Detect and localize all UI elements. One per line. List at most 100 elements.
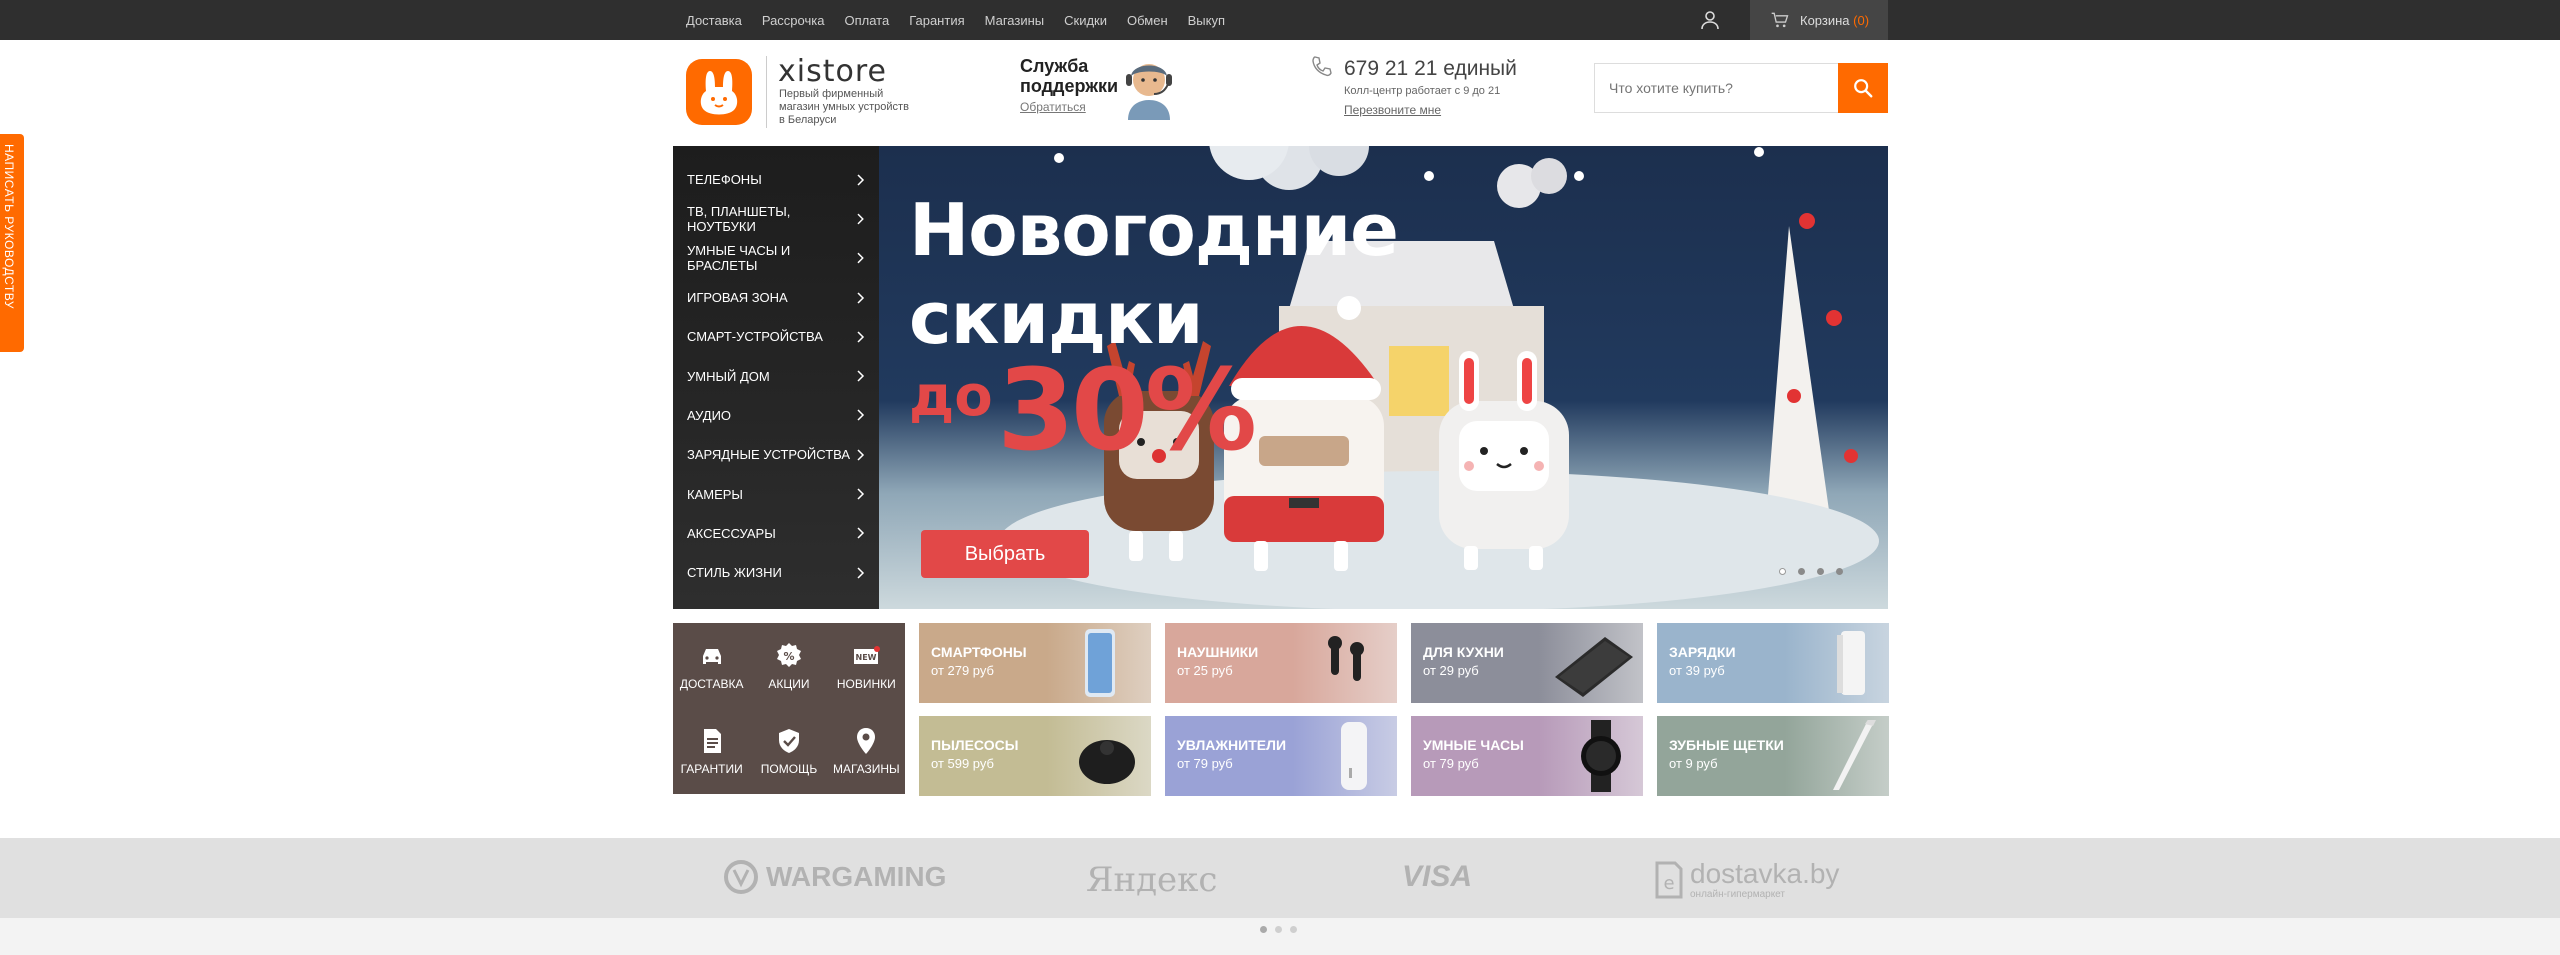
feedback-side-tab-label: НАПИСАТЬ РУКОВОДСТВУ (2, 144, 16, 309)
partners-footer-band (0, 918, 2560, 955)
nav-link-buyback[interactable]: Выкуп (1188, 13, 1225, 28)
logo-icon[interactable] (686, 59, 752, 125)
chevron-right-icon (857, 409, 865, 421)
category-label: УМНЫЕ ЧАСЫ И БРАСЛЕТЫ (687, 243, 791, 274)
category-item-audio[interactable]: АУДИО (673, 396, 879, 435)
nav-link-payment[interactable]: Оплата (844, 13, 889, 28)
partner-visa[interactable]: VISA (1402, 860, 1472, 894)
banner-dot[interactable] (1779, 568, 1786, 575)
logo-divider (766, 56, 767, 128)
category-menu: ТЕЛЕФОНЫ ТВ, ПЛАНШЕТЫ, НОУТБУКИ УМНЫЕ ЧА… (673, 146, 879, 609)
category-item-gaming[interactable]: ИГРОВАЯ ЗОНА (673, 278, 879, 317)
tile-toothbrushes[interactable]: ЗУБНЫЕ ЩЕТКИ от 9 руб (1657, 716, 1889, 796)
nav-link-warranty[interactable]: Гарантия (909, 13, 964, 28)
category-label: СМАРТ-УСТРОЙСТВА (687, 329, 823, 345)
tile-title: НАУШНИКИ (1177, 644, 1259, 660)
tile-title: СМАРТФОНЫ (931, 644, 1027, 660)
power-bank-icon (1837, 631, 1865, 695)
humidifier-icon (1341, 722, 1367, 790)
banner-dot[interactable] (1798, 568, 1805, 575)
banner-prefix: до (909, 364, 993, 429)
category-label: КАМЕРЫ (687, 486, 743, 502)
category-item-lifestyle[interactable]: СТИЛЬ ЖИЗНИ (673, 553, 879, 592)
tile-title: УМНЫЕ ЧАСЫ (1423, 737, 1524, 753)
tile-smartwatches[interactable]: УМНЫЕ ЧАСЫ от 79 руб (1411, 716, 1643, 796)
quick-link-stores[interactable]: МАГАЗИНЫ (828, 709, 905, 795)
svg-text:%: % (783, 650, 794, 663)
nav-link-exchange[interactable]: Обмен (1127, 13, 1168, 28)
category-item-smart-devices[interactable]: СМАРТ-УСТРОЙСТВА (673, 317, 879, 356)
phone-hours: Колл-центр работает с 9 до 21 (1344, 85, 1501, 97)
nav-link-installment[interactable]: Рассрочка (762, 13, 825, 28)
phone-icon (1310, 54, 1334, 78)
earbuds-icon (1328, 636, 1364, 681)
partners-dot[interactable] (1275, 926, 1282, 933)
quick-link-label: НОВИНКИ (836, 676, 896, 691)
quick-link-delivery[interactable]: ДОСТАВКА (673, 623, 750, 709)
tile-smartphones[interactable]: СМАРТФОНЫ от 279 руб (919, 623, 1151, 703)
tile-kitchen[interactable]: ДЛЯ КУХНИ от 29 руб (1411, 623, 1643, 703)
partner-dostavka[interactable]: e dostavka.by онлайн-гипермаркет (1654, 860, 1839, 900)
dostavka-logo-icon: e (1655, 861, 1683, 899)
callback-link[interactable]: Перезвоните мне (1344, 103, 1441, 117)
tile-headphones[interactable]: НАУШНИКИ от 25 руб (1165, 623, 1397, 703)
cart-button[interactable]: Корзина (0) (1750, 0, 1888, 40)
category-item-cameras[interactable]: КАМЕРЫ (673, 474, 879, 513)
category-item-chargers[interactable]: ЗАРЯДНЫЕ УСТРОЙСТВА (673, 435, 879, 474)
nav-link-stores[interactable]: Магазины (985, 13, 1045, 28)
quick-link-promos[interactable]: % АКЦИИ (750, 623, 827, 709)
cart-count: (0) (1853, 12, 1870, 28)
logo-text[interactable]: xistore (778, 54, 887, 89)
nav-link-discounts[interactable]: Скидки (1064, 13, 1107, 28)
quick-link-help[interactable]: ПОМОЩЬ (750, 709, 827, 795)
tile-vacuums[interactable]: ПЫЛЕСОСЫ от 599 руб (919, 716, 1151, 796)
partner-wargaming[interactable]: WARGAMING (724, 860, 946, 894)
banner-discount: 30% (997, 346, 1257, 476)
quick-link-label: ДОСТАВКА (679, 676, 744, 691)
search-input[interactable] (1595, 64, 1838, 112)
chevron-right-icon (857, 174, 865, 186)
chevron-right-icon (857, 292, 865, 304)
top-bar: Доставка Рассрочка Оплата Гарантия Магаз… (0, 0, 2560, 40)
promo-banner[interactable]: Новогодние скидки до 30% Выбрать (879, 146, 1888, 609)
category-item-tv-tablets-laptops[interactable]: ТВ, ПЛАНШЕТЫ, НОУТБУКИ (673, 199, 879, 238)
banner-dot[interactable] (1836, 568, 1843, 575)
chevron-right-icon (857, 331, 865, 343)
banner-pagination (1779, 568, 1843, 575)
search-button[interactable] (1838, 63, 1888, 113)
tile-humidifiers[interactable]: УВЛАЖНИТЕЛИ от 79 руб (1165, 716, 1397, 796)
tile-chargers[interactable]: ЗАРЯДКИ от 39 руб (1657, 623, 1889, 703)
location-pin-icon (857, 728, 876, 755)
top-nav: Доставка Рассрочка Оплата Гарантия Магаз… (686, 0, 1225, 40)
support-agent-icon (1112, 50, 1186, 120)
phone-number[interactable]: 679 21 21 единый (1344, 57, 1517, 81)
user-icon[interactable] (1698, 8, 1722, 32)
support-link[interactable]: Обратиться (1020, 100, 1086, 114)
tile-title: ЗУБНЫЕ ЩЕТКИ (1669, 737, 1784, 753)
chevron-right-icon (857, 213, 865, 225)
category-item-smart-home[interactable]: УМНЫЙ ДОМ (673, 356, 879, 395)
tile-price: от 79 руб (1177, 756, 1233, 771)
banner-dot[interactable] (1817, 568, 1824, 575)
category-label: ИГРОВАЯ ЗОНА (687, 290, 788, 306)
category-item-accessories[interactable]: АКСЕССУАРЫ (673, 514, 879, 553)
feedback-side-tab[interactable]: НАПИСАТЬ РУКОВОДСТВУ (0, 134, 24, 352)
category-label: ТВ, ПЛАНШЕТЫ, НОУТБУКИ (687, 203, 791, 234)
partners-strip: WARGAMING Яндекс VISA e dostavka.by онла… (0, 838, 2560, 918)
new-badge-icon: NEW (854, 645, 881, 664)
partner-yandex[interactable]: Яндекс (1086, 860, 1217, 900)
nav-link-delivery[interactable]: Доставка (686, 13, 742, 28)
robot-vacuum-icon (1079, 740, 1135, 784)
partners-dot[interactable] (1260, 926, 1267, 933)
quick-link-label: ПОМОЩЬ (760, 762, 818, 777)
quick-link-new[interactable]: NEW НОВИНКИ (828, 623, 905, 709)
category-item-smartwatches[interactable]: УМНЫЕ ЧАСЫ И БРАСЛЕТЫ (673, 239, 879, 278)
quick-link-warranty[interactable]: ГАРАНТИИ (673, 709, 750, 795)
percent-badge-icon: % (776, 642, 801, 667)
partners-dot[interactable] (1290, 926, 1297, 933)
quick-link-label: МАГАЗИНЫ (832, 762, 900, 777)
banner-cta-button[interactable]: Выбрать (921, 530, 1089, 578)
shield-check-icon (778, 729, 799, 754)
category-item-phones[interactable]: ТЕЛЕФОНЫ (673, 160, 879, 199)
wargaming-logo-icon (724, 860, 758, 894)
